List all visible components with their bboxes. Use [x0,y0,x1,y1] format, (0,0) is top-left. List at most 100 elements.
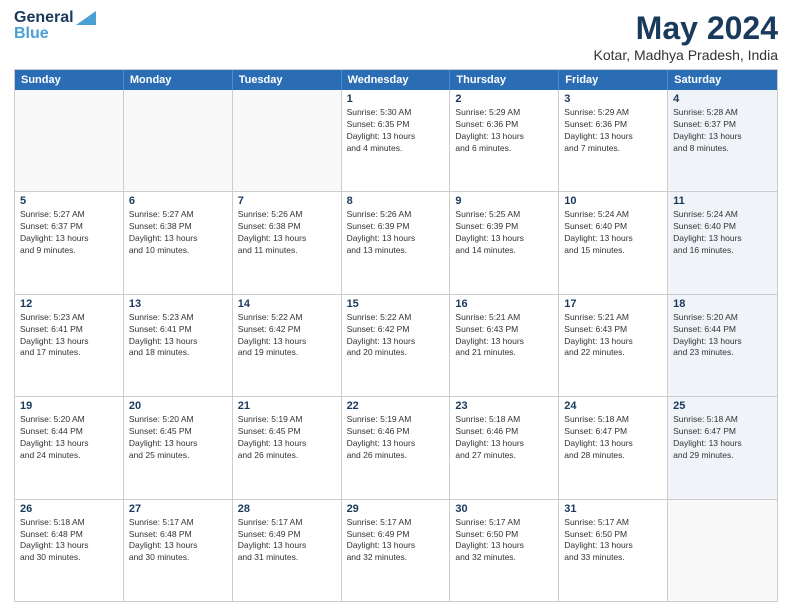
day-cell-29: 29 Sunrise: 5:17 AM Sunset: 6:49 PM Dayli… [342,500,451,601]
day-cell-26: 26 Sunrise: 5:18 AM Sunset: 6:48 PM Dayli… [15,500,124,601]
day-number-19: 19 [20,400,118,412]
day-info-9: Sunrise: 5:25 AM Sunset: 6:39 PM Dayligh… [455,209,553,257]
day-cell-12: 12 Sunrise: 5:23 AM Sunset: 6:41 PM Dayli… [15,295,124,396]
day-info-29: Sunrise: 5:17 AM Sunset: 6:49 PM Dayligh… [347,517,445,565]
day-info-28: Sunrise: 5:17 AM Sunset: 6:49 PM Dayligh… [238,517,336,565]
day-info-31: Sunrise: 5:17 AM Sunset: 6:50 PM Dayligh… [564,517,662,565]
day-cell-8: 8 Sunrise: 5:26 AM Sunset: 6:39 PM Daylig… [342,192,451,293]
day-cell-31: 31 Sunrise: 5:17 AM Sunset: 6:50 PM Dayli… [559,500,668,601]
header-wednesday: Wednesday [342,70,451,90]
day-info-15: Sunrise: 5:22 AM Sunset: 6:42 PM Dayligh… [347,312,445,360]
day-number-10: 10 [564,195,662,207]
day-info-23: Sunrise: 5:18 AM Sunset: 6:46 PM Dayligh… [455,414,553,462]
day-cell-17: 17Sunrise: 5:21 AM Sunset: 6:43 PM Dayli… [559,295,668,396]
day-number-22: 22 [347,400,445,412]
header-saturday: Saturday [668,70,777,90]
day-info-17: Sunrise: 5:21 AM Sunset: 6:43 PM Dayligh… [564,312,662,360]
day-number-15: 15 [347,298,445,310]
empty-cell-4-6 [668,500,777,601]
title-block: May 2024 Kotar, Madhya Pradesh, India [594,10,778,63]
empty-cell-0-0 [15,90,124,191]
day-number-5: 5 [20,195,118,207]
header-monday: Monday [124,70,233,90]
day-cell-3: 3 Sunrise: 5:29 AM Sunset: 6:36 PM Daylig… [559,90,668,191]
day-number-18: 18 [673,298,772,310]
day-cell-14: 14Sunrise: 5:22 AM Sunset: 6:42 PM Dayli… [233,295,342,396]
day-cell-27: 27 Sunrise: 5:17 AM Sunset: 6:48 PM Dayli… [124,500,233,601]
main-title: May 2024 [594,10,778,47]
day-info-13: Sunrise: 5:23 AM Sunset: 6:41 PM Dayligh… [129,312,227,360]
header-tuesday: Tuesday [233,70,342,90]
day-number-21: 21 [238,400,336,412]
day-number-11: 11 [673,195,772,207]
week-row-3: 12 Sunrise: 5:23 AM Sunset: 6:41 PM Dayli… [15,295,777,397]
day-cell-24: 24 Sunrise: 5:18 AM Sunset: 6:47 PM Dayli… [559,397,668,498]
calendar: Sunday Monday Tuesday Wednesday Thursday… [14,69,778,602]
day-info-30: Sunrise: 5:17 AM Sunset: 6:50 PM Dayligh… [455,517,553,565]
day-cell-20: 20Sunrise: 5:20 AM Sunset: 6:45 PM Dayli… [124,397,233,498]
day-cell-16: 16Sunrise: 5:21 AM Sunset: 6:43 PM Dayli… [450,295,559,396]
day-number-24: 24 [564,400,662,412]
day-number-7: 7 [238,195,336,207]
day-info-7: Sunrise: 5:26 AM Sunset: 6:38 PM Dayligh… [238,209,336,257]
day-number-31: 31 [564,503,662,515]
day-number-23: 23 [455,400,553,412]
day-info-22: Sunrise: 5:19 AM Sunset: 6:46 PM Dayligh… [347,414,445,462]
week-row-4: 19 Sunrise: 5:20 AM Sunset: 6:44 PM Dayli… [15,397,777,499]
day-info-24: Sunrise: 5:18 AM Sunset: 6:47 PM Dayligh… [564,414,662,462]
header-thursday: Thursday [450,70,559,90]
day-number-2: 2 [455,93,553,105]
day-info-10: Sunrise: 5:24 AM Sunset: 6:40 PM Dayligh… [564,209,662,257]
day-cell-7: 7 Sunrise: 5:26 AM Sunset: 6:38 PM Daylig… [233,192,342,293]
day-number-20: 20 [129,400,227,412]
day-number-13: 13 [129,298,227,310]
day-info-27: Sunrise: 5:17 AM Sunset: 6:48 PM Dayligh… [129,517,227,565]
day-number-1: 1 [347,93,445,105]
page: General Blue May 2024 Kotar, Madhya Prad… [0,0,792,612]
day-cell-4: 4 Sunrise: 5:28 AM Sunset: 6:37 PM Daylig… [668,90,777,191]
day-number-25: 25 [673,400,772,412]
day-info-6: Sunrise: 5:27 AM Sunset: 6:38 PM Dayligh… [129,209,227,257]
day-number-4: 4 [673,93,772,105]
empty-cell-0-2 [233,90,342,191]
day-number-12: 12 [20,298,118,310]
header: General Blue May 2024 Kotar, Madhya Prad… [14,10,778,63]
day-info-4: Sunrise: 5:28 AM Sunset: 6:37 PM Dayligh… [673,107,772,155]
day-info-1: Sunrise: 5:30 AM Sunset: 6:35 PM Dayligh… [347,107,445,155]
calendar-header: Sunday Monday Tuesday Wednesday Thursday… [15,70,777,90]
subtitle: Kotar, Madhya Pradesh, India [594,47,778,63]
day-cell-15: 15 Sunrise: 5:22 AM Sunset: 6:42 PM Dayli… [342,295,451,396]
day-info-11: Sunrise: 5:24 AM Sunset: 6:40 PM Dayligh… [673,209,772,257]
day-info-5: Sunrise: 5:27 AM Sunset: 6:37 PM Dayligh… [20,209,118,257]
day-number-3: 3 [564,93,662,105]
week-row-5: 26 Sunrise: 5:18 AM Sunset: 6:48 PM Dayli… [15,500,777,601]
week-row-2: 5 Sunrise: 5:27 AM Sunset: 6:37 PM Daylig… [15,192,777,294]
logo: General Blue [14,10,96,42]
day-info-3: Sunrise: 5:29 AM Sunset: 6:36 PM Dayligh… [564,107,662,155]
day-number-30: 30 [455,503,553,515]
day-info-21: Sunrise: 5:19 AM Sunset: 6:45 PM Dayligh… [238,414,336,462]
week-row-1: 1 Sunrise: 5:30 AM Sunset: 6:35 PM Daylig… [15,90,777,192]
day-cell-9: 9 Sunrise: 5:25 AM Sunset: 6:39 PM Daylig… [450,192,559,293]
day-info-8: Sunrise: 5:26 AM Sunset: 6:39 PM Dayligh… [347,209,445,257]
day-info-16: Sunrise: 5:21 AM Sunset: 6:43 PM Dayligh… [455,312,553,360]
day-number-8: 8 [347,195,445,207]
day-cell-28: 28Sunrise: 5:17 AM Sunset: 6:49 PM Dayli… [233,500,342,601]
logo-line2: Blue [14,26,96,42]
day-number-6: 6 [129,195,227,207]
header-friday: Friday [559,70,668,90]
day-cell-18: 18Sunrise: 5:20 AM Sunset: 6:44 PM Dayli… [668,295,777,396]
day-info-12: Sunrise: 5:23 AM Sunset: 6:41 PM Dayligh… [20,312,118,360]
day-number-26: 26 [20,503,118,515]
day-info-19: Sunrise: 5:20 AM Sunset: 6:44 PM Dayligh… [20,414,118,462]
day-cell-5: 5 Sunrise: 5:27 AM Sunset: 6:37 PM Daylig… [15,192,124,293]
day-cell-19: 19 Sunrise: 5:20 AM Sunset: 6:44 PM Dayli… [15,397,124,498]
day-number-9: 9 [455,195,553,207]
day-cell-6: 6 Sunrise: 5:27 AM Sunset: 6:38 PM Daylig… [124,192,233,293]
day-cell-2: 2 Sunrise: 5:29 AM Sunset: 6:36 PM Daylig… [450,90,559,191]
day-info-26: Sunrise: 5:18 AM Sunset: 6:48 PM Dayligh… [20,517,118,565]
day-number-29: 29 [347,503,445,515]
day-number-27: 27 [129,503,227,515]
day-info-2: Sunrise: 5:29 AM Sunset: 6:36 PM Dayligh… [455,107,553,155]
day-cell-30: 30 Sunrise: 5:17 AM Sunset: 6:50 PM Dayli… [450,500,559,601]
